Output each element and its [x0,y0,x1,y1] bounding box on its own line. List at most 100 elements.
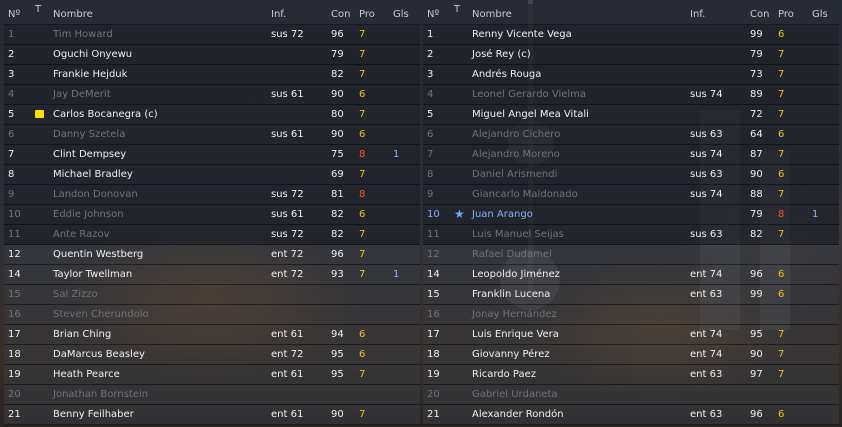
player-name: Luis Manuel Seijas [472,229,564,240]
table-row[interactable]: 20 Jonathan Bornstein [4,385,420,405]
col-inf-header[interactable]: Inf. [267,9,327,20]
table-row[interactable]: 5 Carlos Bocanegra (c) 80 7 [4,105,420,125]
status-cell [450,185,468,204]
col-name-header[interactable]: Nombre [468,9,686,20]
table-row[interactable]: 14 Taylor Twellman ent 72 93 7 1 [4,265,420,285]
col-name-header[interactable]: Nombre [49,9,267,20]
table-row[interactable]: 9 Giancarlo Maldonado sus 74 88 7 [423,185,839,205]
col-number-header[interactable]: Nº [423,9,450,20]
player-inf: sus 74 [690,89,723,100]
player-name: Rafael Dudamel [472,249,552,260]
table-row[interactable]: 21 Alexander Rondón ent 63 96 6 [423,405,839,425]
player-name: Oguchi Onyewu [53,49,133,60]
table-row[interactable]: 7 Alejandro Moreno sus 74 87 7 [423,145,839,165]
player-condition: 93 [331,269,344,280]
table-row[interactable]: 11 Luis Manuel Seijas sus 63 82 7 [423,225,839,245]
table-row[interactable]: 17 Luis Enrique Vera ent 74 95 7 [423,325,839,345]
col-con-header[interactable]: Con [746,9,774,20]
player-condition: 96 [750,269,763,280]
player-name: Leopoldo Jiménez [472,269,560,280]
player-name: DaMarcus Beasley [53,349,145,360]
table-row[interactable]: 11 Ante Razov sus 72 82 7 [4,225,420,245]
player-condition: 87 [750,149,763,160]
col-pro-header[interactable]: Pro [774,9,808,20]
table-row[interactable]: 10 ★ Juan Arango 79 8 1 [423,205,839,225]
player-inf: sus 63 [690,129,723,140]
player-number: 14 [8,269,21,280]
player-condition: 79 [750,49,763,60]
table-row[interactable]: 19 Ricardo Paez ent 63 97 7 [423,365,839,385]
player-number: 17 [8,329,21,340]
player-condition: 82 [750,229,763,240]
status-cell [450,265,468,284]
player-condition: 82 [331,209,344,220]
player-rating: 6 [359,209,366,220]
player-number: 12 [8,249,21,260]
table-row[interactable]: 16 Steven Cherundolo [4,305,420,325]
table-row[interactable]: 4 Leonel Gerardo Vielma sus 74 89 7 [423,85,839,105]
col-gls-header[interactable]: Gls [389,9,420,20]
table-row[interactable]: 2 Oguchi Onyewu 79 7 [4,45,420,65]
player-rating: 7 [778,329,785,340]
table-row[interactable]: 10 Eddie Johnson sus 61 82 6 [4,205,420,225]
player-number: 20 [427,389,440,400]
table-row[interactable]: 8 Daniel Arismendi sus 63 90 6 [423,165,839,185]
player-name: Renny Vicente Vega [472,29,572,40]
table-row[interactable]: 1 Tim Howard sus 72 96 7 [4,25,420,45]
table-row[interactable]: 15 Sal Zizzo [4,285,420,305]
player-condition: 90 [750,169,763,180]
player-name: Ante Razov [53,229,110,240]
col-t-header[interactable]: T [31,4,49,24]
col-con-header[interactable]: Con [327,9,355,20]
player-name: Andrés Rouga [472,69,542,80]
player-rating: 7 [359,29,366,40]
table-row[interactable]: 8 Michael Bradley 69 7 [4,165,420,185]
player-number: 11 [8,229,21,240]
player-name: Brian Ching [53,329,112,340]
table-row[interactable]: 17 Brian Ching ent 61 94 6 [4,325,420,345]
table-row[interactable]: 6 Danny Szetela sus 61 90 6 [4,125,420,145]
table-row[interactable]: 3 Andrés Rouga 73 7 [423,65,839,85]
player-rating: 7 [359,109,366,120]
player-number: 10 [427,209,440,220]
col-gls-header[interactable]: Gls [808,9,839,20]
col-number-header[interactable]: Nº [4,9,31,20]
player-number: 1 [8,29,15,40]
table-row[interactable]: 6 Alejandro Cichero sus 63 64 6 [423,125,839,145]
table-row[interactable]: 1 Renny Vicente Vega 99 6 [423,25,839,45]
status-cell [31,305,49,324]
col-inf-header[interactable]: Inf. [686,9,746,20]
table-row[interactable]: 19 Heath Pearce ent 61 95 7 [4,365,420,385]
player-list: 1 Renny Vicente Vega 99 6 2 José Rey (c) 79 7 3 A… [423,25,839,425]
table-row[interactable]: 7 Clint Dempsey 75 8 1 [4,145,420,165]
table-row[interactable]: 12 Quentin Westberg ent 72 96 7 [4,245,420,265]
player-number: 20 [8,389,21,400]
player-rating: 6 [778,269,785,280]
table-row[interactable]: 2 José Rey (c) 79 7 [423,45,839,65]
player-name: Luis Enrique Vera [472,329,559,340]
table-row[interactable]: 3 Frankie Hejduk 82 7 [4,65,420,85]
table-row[interactable]: 12 Rafael Dudamel [423,245,839,265]
table-row[interactable]: 5 Miguel Angel Mea Vitali 72 7 [423,105,839,125]
player-number: 6 [8,129,15,140]
player-name: Alexander Rondón [472,409,564,420]
status-cell [31,85,49,104]
status-cell [31,125,49,144]
table-row[interactable]: 9 Landon Donovan sus 72 81 8 [4,185,420,205]
table-row[interactable]: 18 Giovanny Pérez ent 74 90 7 [423,345,839,365]
player-condition: 95 [331,369,344,380]
table-row[interactable]: 15 Franklin Lucena ent 63 99 6 [423,285,839,305]
table-row[interactable]: 21 Benny Feilhaber ent 61 90 7 [4,405,420,425]
player-number: 16 [427,309,440,320]
table-row[interactable]: 4 Jay DeMerit sus 61 90 6 [4,85,420,105]
status-cell [31,345,49,364]
table-row[interactable]: 20 Gabriel Urdaneta [423,385,839,405]
table-row[interactable]: 14 Leopoldo Jiménez ent 74 96 6 [423,265,839,285]
col-pro-header[interactable]: Pro [355,9,389,20]
player-name: Jonathan Bornstein [53,389,149,400]
table-row[interactable]: 16 Jonay Hernández [423,305,839,325]
table-row[interactable]: 18 DaMarcus Beasley ent 72 95 6 [4,345,420,365]
player-number: 9 [8,189,15,200]
col-t-header[interactable]: T [450,4,468,24]
player-number: 16 [8,309,21,320]
